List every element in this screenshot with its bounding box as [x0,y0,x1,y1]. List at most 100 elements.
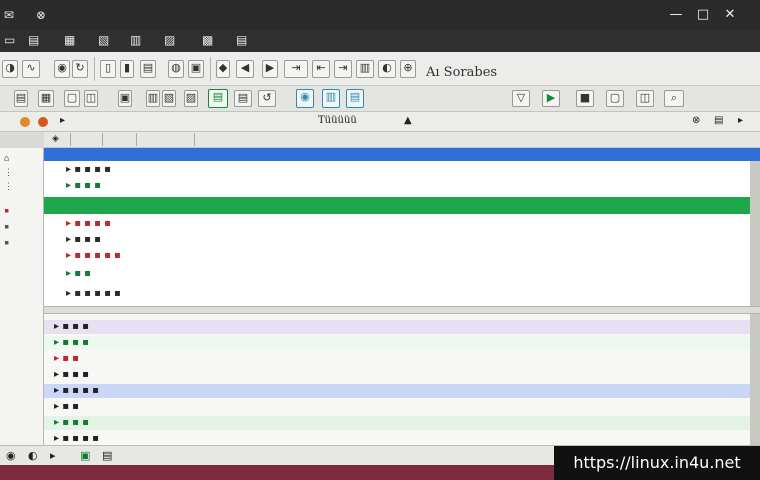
panel-icon[interactable]: ▧ [162,90,176,107]
close-icon[interactable]: ✕ [721,6,739,24]
start-icon[interactable]: ◉ [54,60,70,78]
note-icon[interactable]: ▤ [346,89,364,108]
last-packet-icon[interactable]: ⇥ [334,60,352,78]
frame-view-icon[interactable]: ▢ [606,90,624,107]
menu-item[interactable]: ▩ [202,33,213,47]
frame-icon[interactable]: ▢ [64,90,80,107]
expand-icon[interactable]: ▸ [60,115,65,126]
gutter-mark: ▪ [4,206,10,216]
find-icon[interactable]: ◆ [216,60,230,78]
main-toolbar: ◑ ∿ ◉ ↻ ▯ ▮ ▤ ◍ ▣ ◆ ◀ ▶ ⇥ ⇤ ⇥ ▥ ◐ ⊕ Aı S… [0,52,760,86]
active-filter-icon[interactable]: ▤ [208,89,228,108]
panel-icon[interactable]: ▥ [146,90,160,107]
title-bar: ✉ ⊗ — □ ✕ [0,0,760,30]
status-icon[interactable]: ▣ [80,449,90,462]
menu-item[interactable]: ▭ [4,33,15,47]
selected-packet-row[interactable] [44,148,760,161]
back-icon[interactable]: ◀ [236,60,254,78]
maximize-icon[interactable]: □ [694,6,712,24]
menu-item[interactable]: ▦ [64,33,75,47]
forward-icon[interactable]: ▶ [262,60,278,78]
packet-list[interactable]: ▸ ▪ ▪ ▪ ▪ ▸ ▪ ▪ ▪ ▸ ▪ ▪ ▪ ▪ ▸ ▪ ▪ ▪ ▸ ▪ … [44,148,760,306]
open-file-icon[interactable]: ▯ [100,60,116,78]
detail-row[interactable]: ▸ ▪ ▪ ▪ ▪ [44,384,750,398]
column-icon[interactable]: ▤ [234,90,252,107]
filter-label: Tüüüüü [318,115,357,126]
layout-icon[interactable]: ▣ [118,90,132,107]
filter-icon[interactable]: ▽ [512,90,530,107]
menu-item[interactable]: ▤ [28,33,39,47]
pane-splitter[interactable] [44,306,760,314]
app-icon: ✉ [4,8,15,22]
column-divider [136,133,137,146]
menu-item[interactable]: ▨ [164,33,175,47]
reload-icon[interactable]: ↺ [258,90,276,107]
document-icon[interactable]: ▤ [140,60,156,78]
menu-bar: ▭ ▤ ▦ ▧ ▥ ▨ ▩ ▤ [0,30,760,52]
list-item[interactable]: ▸ ▪ ▪ ▪ ▪ [66,218,111,229]
play-icon[interactable]: ▶ [542,90,560,107]
menu-item[interactable]: ▧ [98,33,109,47]
detail-row[interactable]: ▸ ▪ ▪ [44,352,750,366]
minimize-icon[interactable]: — [667,6,685,24]
export-icon[interactable]: ◫ [636,90,654,107]
menu-item[interactable]: ▥ [130,33,141,47]
grid-icon[interactable]: ▦ [38,90,54,107]
gutter-mark: ▪ [4,238,10,248]
colorize-icon[interactable]: ◐ [378,60,396,78]
detail-row[interactable]: ▸ ▪ ▪ [44,400,750,414]
save-file-icon[interactable]: ▮ [120,60,134,78]
capture-icon[interactable]: ◑ [2,60,18,78]
bookmark-icon[interactable]: ▥ [322,89,340,108]
gutter-mark: ⌂ [4,154,10,164]
menu-item[interactable]: ▤ [236,33,247,47]
clear-filter-icon[interactable]: ⊗ [692,115,700,126]
scrollbar[interactable] [750,314,760,445]
highlighted-row[interactable] [44,197,750,214]
status-icon[interactable]: ◐ [28,449,38,462]
packet-details[interactable]: ▸ ▪ ▪ ▪ ▸ ▪ ▪ ▪ ▸ ▪ ▪ ▸ ▪ ▪ ▪ ▸ ▪ ▪ ▪ ▪ … [44,314,760,445]
print-icon[interactable]: ▣ [188,60,204,78]
detail-row[interactable]: ▸ ▪ ▪ ▪ ▪ [44,432,750,446]
list-icon[interactable]: ▤ [14,90,28,107]
autoscroll-icon[interactable]: ▥ [356,60,374,78]
bookmark-filter-icon[interactable]: ▤ [714,115,723,126]
detail-row[interactable]: ▸ ▪ ▪ ▪ [44,368,750,382]
gutter-mark: ▪ [4,222,10,232]
list-item[interactable]: ▸ ▪ ▪ ▪ ▪ [66,164,111,175]
status-icon[interactable]: ◉ [6,449,16,462]
search-icon[interactable]: ⌕ [664,90,684,107]
info-icon[interactable]: ◉ [296,89,314,108]
gutter-mark: ⋮ [4,182,13,192]
secondary-toolbar: ▤ ▦ ▢ ◫ ▣ ▥ ▧ ▨ ▤ ▤ ↺ ◉ ▥ ▤ ▽ ▶ ■ ▢ ◫ ⌕ [0,86,760,112]
list-item[interactable]: ▸ ▪ ▪ ▪ ▪ ▪ [66,250,121,261]
status-icon[interactable]: ▤ [102,449,112,462]
capture-options-icon[interactable]: ◫ [84,90,98,107]
zoom-in-icon[interactable]: ⊕ [400,60,416,78]
restart-icon[interactable]: ↻ [72,60,88,78]
list-item[interactable]: ▸ ▪ ▪ [66,268,91,279]
stop-icon[interactable]: ■ [576,90,594,107]
scrollbar[interactable] [750,161,760,306]
toolbar-label: Aı Sorabes [426,65,498,80]
display-filter-bar[interactable]: ▸ Tüüüüü ▲ ⊗ ▤ ▸ [0,112,760,132]
status-icon[interactable]: ▸ [50,449,56,462]
column-sort-icon[interactable]: ◈ [52,134,59,144]
detail-row[interactable]: ▸ ▪ ▪ ▪ [44,336,750,350]
jump-icon[interactable]: ⇥ [284,60,308,78]
list-item[interactable]: ▸ ▪ ▪ ▪ [66,180,101,191]
zoom-icon[interactable]: ◍ [168,60,184,78]
triangle-icon[interactable]: ▲ [404,115,412,126]
left-gutter: ⌂ ⋮ ⋮ ▪ ▪ ▪ [0,148,44,445]
column-header[interactable]: ◈ [44,132,760,148]
detail-row[interactable]: ▸ ▪ ▪ ▪ [44,416,750,430]
options-icon[interactable]: ∿ [22,60,40,78]
detail-row[interactable]: ▸ ▪ ▪ ▪ [44,320,750,334]
list-item[interactable]: ▸ ▪ ▪ ▪ ▪ ▪ [66,288,121,299]
toolbar-divider [210,57,211,81]
list-item[interactable]: ▸ ▪ ▪ ▪ [66,234,101,245]
panel-icon[interactable]: ▨ [184,90,198,107]
first-packet-icon[interactable]: ⇤ [312,60,330,78]
apply-filter-icon[interactable]: ▸ [738,115,743,126]
watermark: https://linux.in4u.net [554,446,760,480]
